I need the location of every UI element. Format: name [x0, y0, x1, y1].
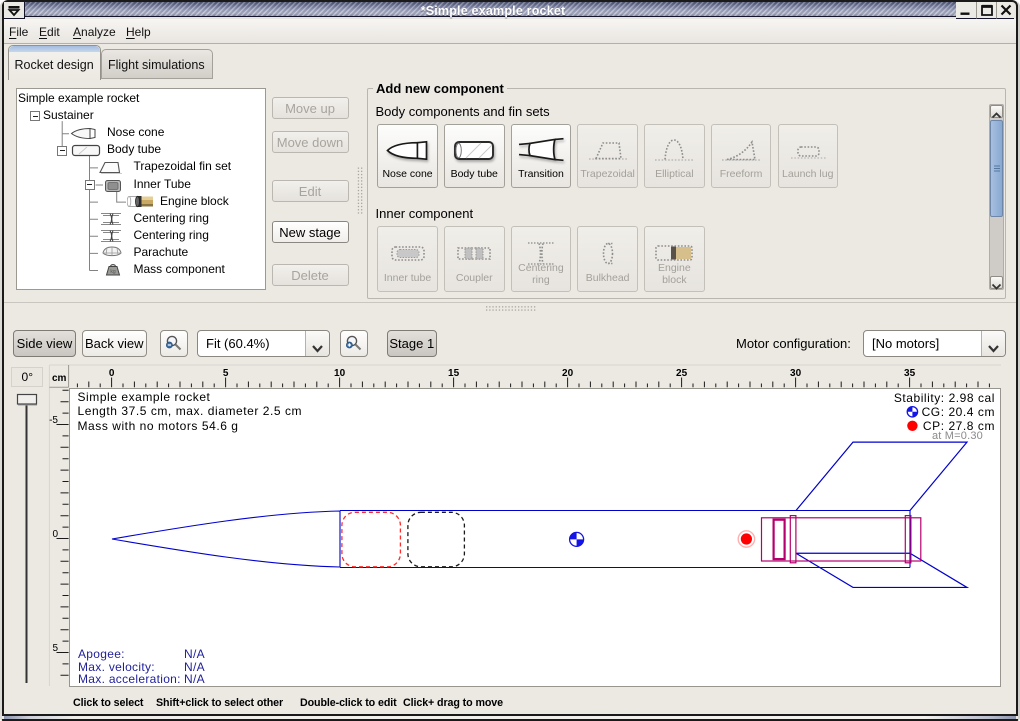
svg-text:0: 0	[52, 529, 58, 540]
svg-text:10: 10	[334, 368, 346, 379]
svg-text:cm: cm	[52, 373, 67, 384]
svg-text:35: 35	[904, 368, 916, 379]
svg-text:30: 30	[790, 368, 802, 379]
svg-text:5: 5	[52, 643, 58, 654]
svg-text:15: 15	[448, 368, 460, 379]
svg-text:20: 20	[562, 368, 574, 379]
svg-text:25: 25	[676, 368, 688, 379]
svg-text:5: 5	[223, 368, 229, 379]
svg-text:0: 0	[109, 368, 115, 379]
